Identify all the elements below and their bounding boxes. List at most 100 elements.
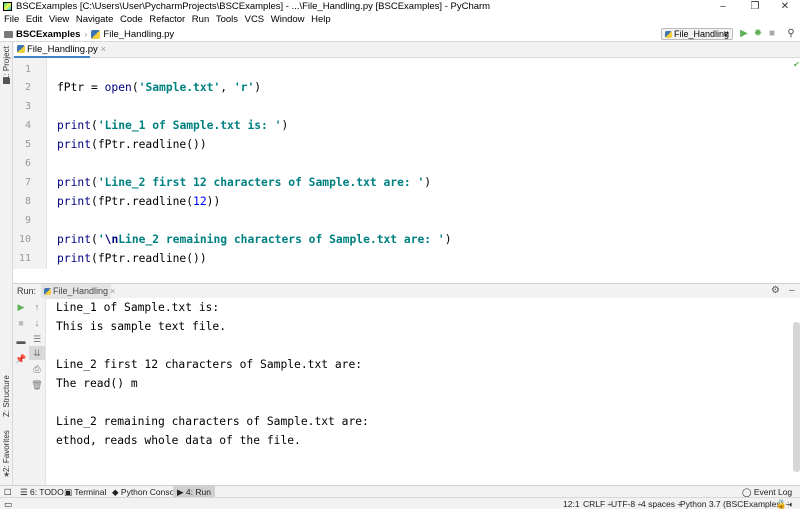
menu-navigate[interactable]: Navigate [73,13,117,27]
menu-vcs[interactable]: VCS [241,13,267,27]
structure-tool-tab[interactable]: Z: Structure [0,375,13,437]
code-token: Line_2 remaining characters of Sample.tx… [118,233,445,246]
status-bar-toggle-icon[interactable]: ▭ [4,498,12,509]
code-token: print [57,176,92,189]
run-console-output[interactable]: Line_1 of Sample.txt is: This is sample … [47,298,793,485]
event-log-label: Event Log [753,487,793,497]
todo-tool-label: 6: TODO [29,487,64,497]
chevron-down-icon: ∨ [723,29,729,38]
code-token: 'Line_2 first 12 characters of Sample.tx… [97,176,425,189]
run-configuration-select[interactable]: File_Handling ∨ [661,28,733,40]
code-token: print [57,233,92,246]
code-token: ( [91,233,98,246]
code-token: ( [91,176,98,189]
console-line: This is sample text file. [56,320,227,333]
code-editor[interactable]: fPtr = open('Sample.txt', 'r') print('Lin… [48,58,788,269]
gear-icon[interactable]: ⚙ [771,285,780,296]
code-line: print(fPtr.readline(12)) [57,195,220,208]
code-line: print(fPtr.readline()) [57,138,207,151]
favorites-tool-tab[interactable]: 2: Favorites [0,430,13,492]
line-number: 9 [24,215,31,226]
file-encoding[interactable]: UTF-8 ÷ [611,498,642,509]
menu-view[interactable]: View [46,13,73,27]
line-number: 6 [24,158,31,169]
line-number: 4 [24,120,31,131]
layout-icon[interactable]: ▬ [13,334,29,348]
menu-help[interactable]: Help [308,13,334,27]
code-token: (fPtr.readline()) [91,252,207,265]
project-tool-tab-label: 1: Project [2,46,11,80]
trash-icon[interactable]: 🗑 [29,378,45,392]
status-bar: ▭ 12:1 CRLF ÷ UTF-8 ÷ 4 spaces ÷ Python … [0,497,800,509]
code-token: \n [104,233,119,246]
close-icon[interactable]: × [110,286,115,296]
line-separator[interactable]: CRLF ÷ [583,498,612,509]
menu-tools[interactable]: Tools [213,13,242,27]
rerun-icon[interactable]: ▶ [13,300,29,314]
code-token: print [57,119,92,132]
search-icon[interactable]: ⚲ [785,28,797,40]
code-token: open [104,81,132,94]
code-token: (fPtr.readline( [91,195,194,208]
soft-wrap-icon[interactable]: ☰ [29,332,45,346]
editor-tab-file-handling[interactable]: File_Handling.py × [14,42,106,58]
stop-icon[interactable]: ■ [766,28,778,40]
menu-run[interactable]: Run [189,13,213,27]
run-toolbar-primary: ▶ ■ ▬ 📌 [13,298,29,485]
console-scrollbar[interactable] [793,322,800,472]
code-token: print [57,138,92,151]
close-icon[interactable]: × [101,44,106,54]
line-number: 11 [18,253,31,264]
run-icon[interactable]: ▶ [738,28,750,40]
pin-icon[interactable]: 📌 [13,352,29,366]
python-file-icon [44,288,51,295]
lock-icon[interactable]: 🔓 [776,498,787,509]
folder-icon [4,30,13,38]
python-file-icon [91,29,101,39]
favorites-tool-tab-label: 2: Favorites [2,430,11,472]
minimize-button[interactable]: – [708,0,738,13]
code-line: print('Line_1 of Sample.txt is: ') [57,119,288,132]
code-token: ) [424,176,432,189]
console-line: Line_2 first 12 characters of Sample.txt… [56,358,363,371]
code-token: print [57,195,92,208]
breadcrumb-file[interactable]: File_Handling.py [103,29,174,40]
line-number: 3 [24,101,31,112]
notifications-icon[interactable]: ◐ [789,498,794,509]
python-interpreter[interactable]: Python 3.7 (BSCExamples) ÷ [680,498,791,509]
window-title: BSCExamples [C:\Users\User\PycharmProjec… [16,1,491,12]
python-console-tool-label: Python Console [120,487,181,497]
caret-position[interactable]: 12:1 [563,498,580,509]
close-window-button[interactable]: ✕ [770,0,800,13]
menu-edit[interactable]: Edit [23,13,46,27]
stop-icon[interactable]: ■ [13,316,29,330]
code-token: (fPtr.readline()) [91,138,207,151]
console-line: Line_2 remaining characters of Sample.tx… [56,415,369,428]
code-token: ) [254,81,262,94]
code-token: , [220,81,234,94]
arrow-up-icon[interactable]: ↑ [29,300,45,314]
console-line: ethod, reads whole data of the file. [56,434,301,447]
line-number: 8 [24,196,31,207]
code-line: print('Line_2 first 12 characters of Sam… [57,176,431,189]
restore-button[interactable]: ❐ [740,0,770,13]
menu-refactor[interactable]: Refactor [146,13,189,27]
breadcrumb-project[interactable]: BSCExamples [16,29,80,40]
line-number-gutter: 1 2 3 4 5 6 7 8 9 10 11 [13,58,47,269]
tool-window-bar: ☐ ☰ 6: TODO ▣ Terminal ◆ Python Console … [0,485,800,498]
left-tool-strip: 1: Project Z: Structure 2: Favorites ★ [0,42,13,485]
run-configuration-label: File_Handling [674,29,730,39]
run-tab-file-handling[interactable]: File_Handling × [41,284,115,299]
run-panel-header: Run: File_Handling × ⚙ – [13,283,800,299]
debug-icon[interactable]: ✹ [752,28,764,40]
run-toolbar-secondary: ↑ ↓ ☰ ⇊ ⎙ 🗑 [29,298,46,485]
indent-setting[interactable]: 4 spaces ÷ [641,498,682,509]
print-icon[interactable]: ⎙ [29,362,45,376]
scroll-to-end-icon[interactable]: ⇊ [29,346,45,360]
menu-window[interactable]: Window [267,13,307,27]
menu-file[interactable]: File [0,13,23,27]
code-token: 'Line_1 of Sample.txt is: ' [97,119,282,132]
arrow-down-icon[interactable]: ↓ [29,316,45,330]
hide-icon[interactable]: – [789,285,795,296]
menu-code[interactable]: Code [117,13,146,27]
